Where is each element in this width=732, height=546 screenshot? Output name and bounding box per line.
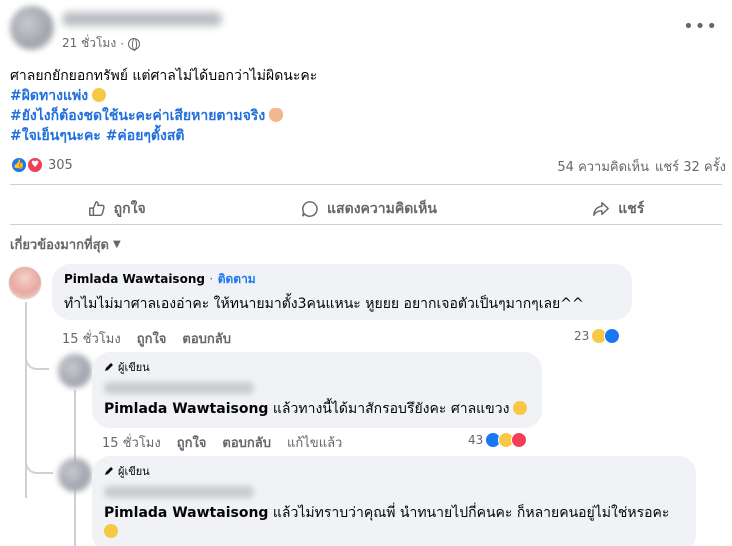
reaction-count: 43 [468,433,484,447]
sort-label: เกี่ยวข้องมากที่สุด [10,238,109,253]
love-reaction-icon [511,432,528,448]
hashtag-link[interactable]: #ใจเย็นๆนะคะ #ค่อยๆตั้งสติ [10,128,185,144]
reply-bubble: ผู้เขียน Pimlada Wawtaisong แล้วไม่ทราบว… [92,456,696,546]
author-badge-label: ผู้เขียน [118,465,150,478]
share-label: แชร์ [618,201,645,217]
like-label: ถูกใจ [113,201,146,217]
reaction-count: 305 [48,157,73,173]
grinning-emoji-icon [92,88,107,102]
reaction-summary[interactable]: 👍 ♥ 305 [10,156,73,174]
follow-link[interactable]: ติดตาม [218,272,256,286]
edited-label[interactable]: แก้ไขแล้ว [287,432,342,453]
pen-icon [105,363,113,371]
post-meta: 21 ชั่วโมง · [62,34,141,53]
name-separator: · [209,272,214,286]
post-author-name-blurred[interactable] [62,12,222,26]
love-reaction-icon: ♥ [26,156,44,174]
post-stats: 54 ความคิดเห็น แชร์ 32 ครั้ง [557,156,726,177]
comment-bubble-icon [302,201,318,217]
commenter-avatar[interactable] [8,266,42,300]
smiling-emoji-icon [104,524,118,538]
post-actions: ถูกใจ แสดงความคิดเห็น แชร์ [10,194,722,224]
reply-body: แล้วไม่ทราบว่าคุณพี่ นำทนายไปกี่คนคะ ก็ห… [268,505,670,521]
comment-like-link[interactable]: ถูกใจ [137,328,167,349]
post-body: ศาลยกยักยอกทรัพย์ แต่ศาลไม่ได้บอกว่าไม่ผ… [10,66,317,146]
hashtag-link[interactable]: #ยังไงก็ต้องชดใช้นะคะค่าเสียหายตามจริง [10,108,265,124]
reply-body: แล้วทางนี้ได้มาสักรอบรึยังคะ ศาลแขวง [268,401,510,417]
comment-label: แสดงความคิดเห็น [327,201,437,217]
share-arrow-icon [593,201,610,217]
reply-reply-link[interactable]: ตอบกลับ [222,432,271,453]
smiling-emoji-icon [513,401,528,415]
divider [10,184,722,185]
like-button[interactable]: ถูกใจ [68,194,166,224]
reply-like-link[interactable]: ถูกใจ [177,432,207,453]
author-name-blurred[interactable] [104,486,254,498]
comment-button[interactable]: แสดงความคิดเห็น [281,194,457,224]
comments-count[interactable]: 54 ความคิดเห็น [557,156,649,177]
author-name-blurred[interactable] [104,382,254,394]
caret-down-icon: ▼ [112,239,121,250]
comment-reply-link[interactable]: ตอบกลับ [182,328,231,349]
comment-meta: 15 ชั่วโมง ถูกใจ ตอบกลับ [62,328,231,349]
reply-bubble: ผู้เขียน Pimlada Wawtaisong แล้วทางนี้ได… [92,352,542,428]
mention-link[interactable]: Pimlada Wawtaisong [104,401,268,417]
reaction-count: 23 [574,329,590,343]
post-author-avatar[interactable] [10,6,54,50]
more-options-button[interactable]: ••• [683,18,718,36]
thread-connector [25,458,53,474]
author-badge: ผู้เขียน [104,462,684,480]
reply-meta: 15 ชั่วโมง ถูกใจ ตอบกลับ แก้ไขแล้ว [102,432,342,453]
globe-icon [128,37,141,51]
post-text-line: ศาลยกยักยอกทรัพย์ แต่ศาลไม่ได้บอกว่าไม่ผ… [10,68,318,84]
author-badge: ผู้เขียน [104,358,530,376]
pen-icon [105,467,113,475]
mention-link[interactable]: Pimlada Wawtaisong [104,505,268,521]
author-avatar-blurred[interactable] [58,354,92,388]
author-badge-label: ผู้เขียน [118,361,150,374]
comment-time[interactable]: 15 ชั่วโมง [62,328,121,349]
ok-hand-emoji-icon [269,108,284,122]
comment-reactions[interactable]: 23 [574,328,621,344]
post-time[interactable]: 21 ชั่วโมง [62,34,116,53]
reply-reactions[interactable]: 43 [468,432,528,448]
meta-separator: · [120,36,125,51]
commenter-name[interactable]: Pimlada Wawtaisong [64,272,205,286]
comment-sort-dropdown[interactable]: เกี่ยวข้องมากที่สุด ▼ [10,234,121,255]
reply-text: Pimlada Wawtaisong แล้วไม่ทราบว่าคุณพี่ … [104,502,684,524]
like-reaction-icon [604,328,621,344]
thumbs-up-icon [88,201,105,217]
divider [10,224,722,225]
hashtag-link[interactable]: #ผิดทางแพ่ง [10,88,88,104]
thread-connector [25,354,49,370]
reply-text: Pimlada Wawtaisong แล้วทางนี้ได้มาสักรอบ… [104,398,530,420]
reply-time[interactable]: 15 ชั่วโมง [102,432,161,453]
comment-text: ทำไมไม่มาศาลเองอ่าคะ ให้ทนายมาตั้ง3คนแหน… [64,296,584,312]
author-avatar-blurred[interactable] [58,458,92,492]
comment-bubble: Pimlada Wawtaisong · ติดตาม ทำไมไม่มาศาล… [52,264,632,320]
shares-count[interactable]: แชร์ 32 ครั้ง [655,156,726,177]
share-button[interactable]: แชร์ [572,194,664,224]
